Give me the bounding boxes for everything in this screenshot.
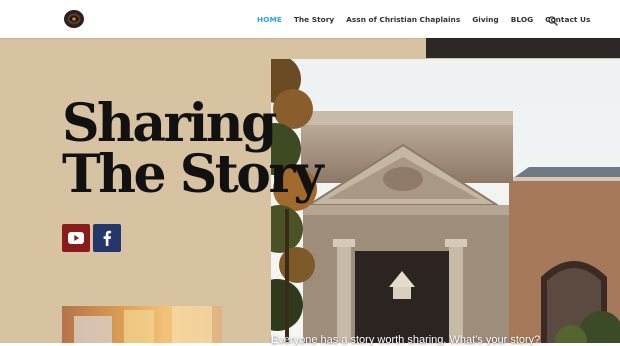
- youtube-button[interactable]: [62, 224, 90, 252]
- story-thumbnail[interactable]: [62, 306, 222, 343]
- hero-dark-strip: [426, 38, 620, 58]
- logo-emblem[interactable]: [63, 9, 85, 29]
- nav-the-story[interactable]: The Story: [294, 15, 334, 24]
- hero-title: Sharing The Story: [62, 93, 324, 205]
- nav-home[interactable]: HOME: [257, 15, 282, 24]
- site-header: HOME The Story Assn of Christian Chaplai…: [0, 0, 620, 38]
- nav-blog[interactable]: BLOG: [511, 15, 533, 24]
- nav-giving[interactable]: Giving: [472, 15, 499, 24]
- facebook-icon: [103, 230, 112, 246]
- hero-title-line1: Sharing: [62, 93, 277, 154]
- search-icon[interactable]: [548, 13, 558, 26]
- facebook-button[interactable]: [93, 224, 121, 252]
- hero-title-line2: The Story: [62, 144, 324, 205]
- youtube-icon: [68, 232, 84, 244]
- hero-building-photo: [271, 59, 620, 343]
- hero-tagline: Everyone has a story worth sharing. What…: [271, 334, 541, 346]
- nav-assn-christian-chaplains[interactable]: Assn of Christian Chaplains: [346, 15, 460, 24]
